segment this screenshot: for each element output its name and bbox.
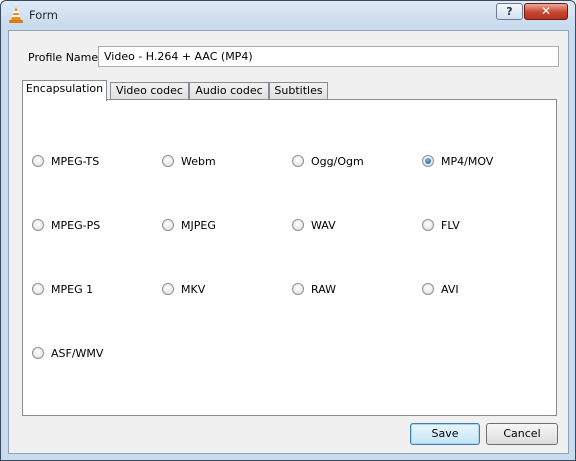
radio-label: AVI [441,282,459,296]
radio-avi[interactable]: AVI [422,281,459,297]
title-bar[interactable]: Form ? ✕ [1,1,575,29]
form-window: Form ? ✕ Profile Name Encapsulation Vide… [0,0,576,461]
radio-label: Webm [181,154,216,168]
radio-mjpeg[interactable]: MJPEG [162,217,216,233]
radio-label: MJPEG [181,218,216,232]
profile-name-input[interactable] [98,46,559,67]
radio-indicator [32,283,44,295]
close-icon: ✕ [540,4,552,18]
radio-mpeg-1[interactable]: MPEG 1 [32,281,93,297]
tab-subtitles[interactable]: Subtitles [269,82,328,100]
radio-wav[interactable]: WAV [292,217,336,233]
vlc-cone-icon [9,7,23,23]
radio-label: MPEG 1 [51,282,94,296]
radio-raw[interactable]: RAW [292,281,336,297]
radio-label: MPEG-PS [51,218,101,232]
tab-audio-codec[interactable]: Audio codec [189,82,269,100]
radio-indicator [422,219,434,231]
radio-label: ASF/WMV [51,346,104,360]
radio-indicator [32,347,44,359]
cancel-button[interactable]: Cancel [486,423,558,445]
radio-mpeg-ps[interactable]: MPEG-PS [32,217,100,233]
radio-label: Ogg/Ogm [311,154,364,168]
encapsulation-panel: MPEG-TS Webm Ogg/Ogm MP4/MOV MPEG-PS MJP… [22,99,557,416]
radio-flv[interactable]: FLV [422,217,460,233]
window-title: Form [29,8,58,22]
radio-asf-wmv[interactable]: ASF/WMV [32,345,103,361]
tab-video-codec[interactable]: Video codec [110,82,189,100]
radio-label: MP4/MOV [441,154,494,168]
radio-indicator [162,219,174,231]
radio-indicator [292,219,304,231]
radio-indicator [292,155,304,167]
radio-row: ASF/WMV [23,345,556,361]
help-button[interactable]: ? [496,3,523,20]
radio-indicator-checked [422,155,434,167]
radio-indicator [422,283,434,295]
radio-mp4-mov[interactable]: MP4/MOV [422,153,493,169]
radio-indicator [162,283,174,295]
radio-ogg-ogm[interactable]: Ogg/Ogm [292,153,364,169]
profile-name-label: Profile Name [28,51,99,64]
form-content: Profile Name Encapsulation Video codec A… [8,30,569,454]
radio-label: RAW [311,282,336,296]
radio-label: MPEG-TS [51,154,100,168]
radio-indicator [162,155,174,167]
close-button[interactable]: ✕ [524,3,568,20]
save-button[interactable]: Save [410,423,480,445]
tab-encapsulation[interactable]: Encapsulation [22,80,107,101]
radio-row: MPEG 1 MKV RAW AVI [23,281,556,297]
radio-indicator [292,283,304,295]
radio-mkv[interactable]: MKV [162,281,205,297]
radio-mpeg-ts[interactable]: MPEG-TS [32,153,99,169]
radio-label: MKV [181,282,206,296]
radio-row: MPEG-PS MJPEG WAV FLV [23,217,556,233]
radio-row: MPEG-TS Webm Ogg/Ogm MP4/MOV [23,153,556,169]
help-icon: ? [506,5,513,18]
radio-label: WAV [311,218,336,232]
radio-indicator [32,155,44,167]
radio-label: FLV [441,218,460,232]
radio-webm[interactable]: Webm [162,153,216,169]
radio-indicator [32,219,44,231]
